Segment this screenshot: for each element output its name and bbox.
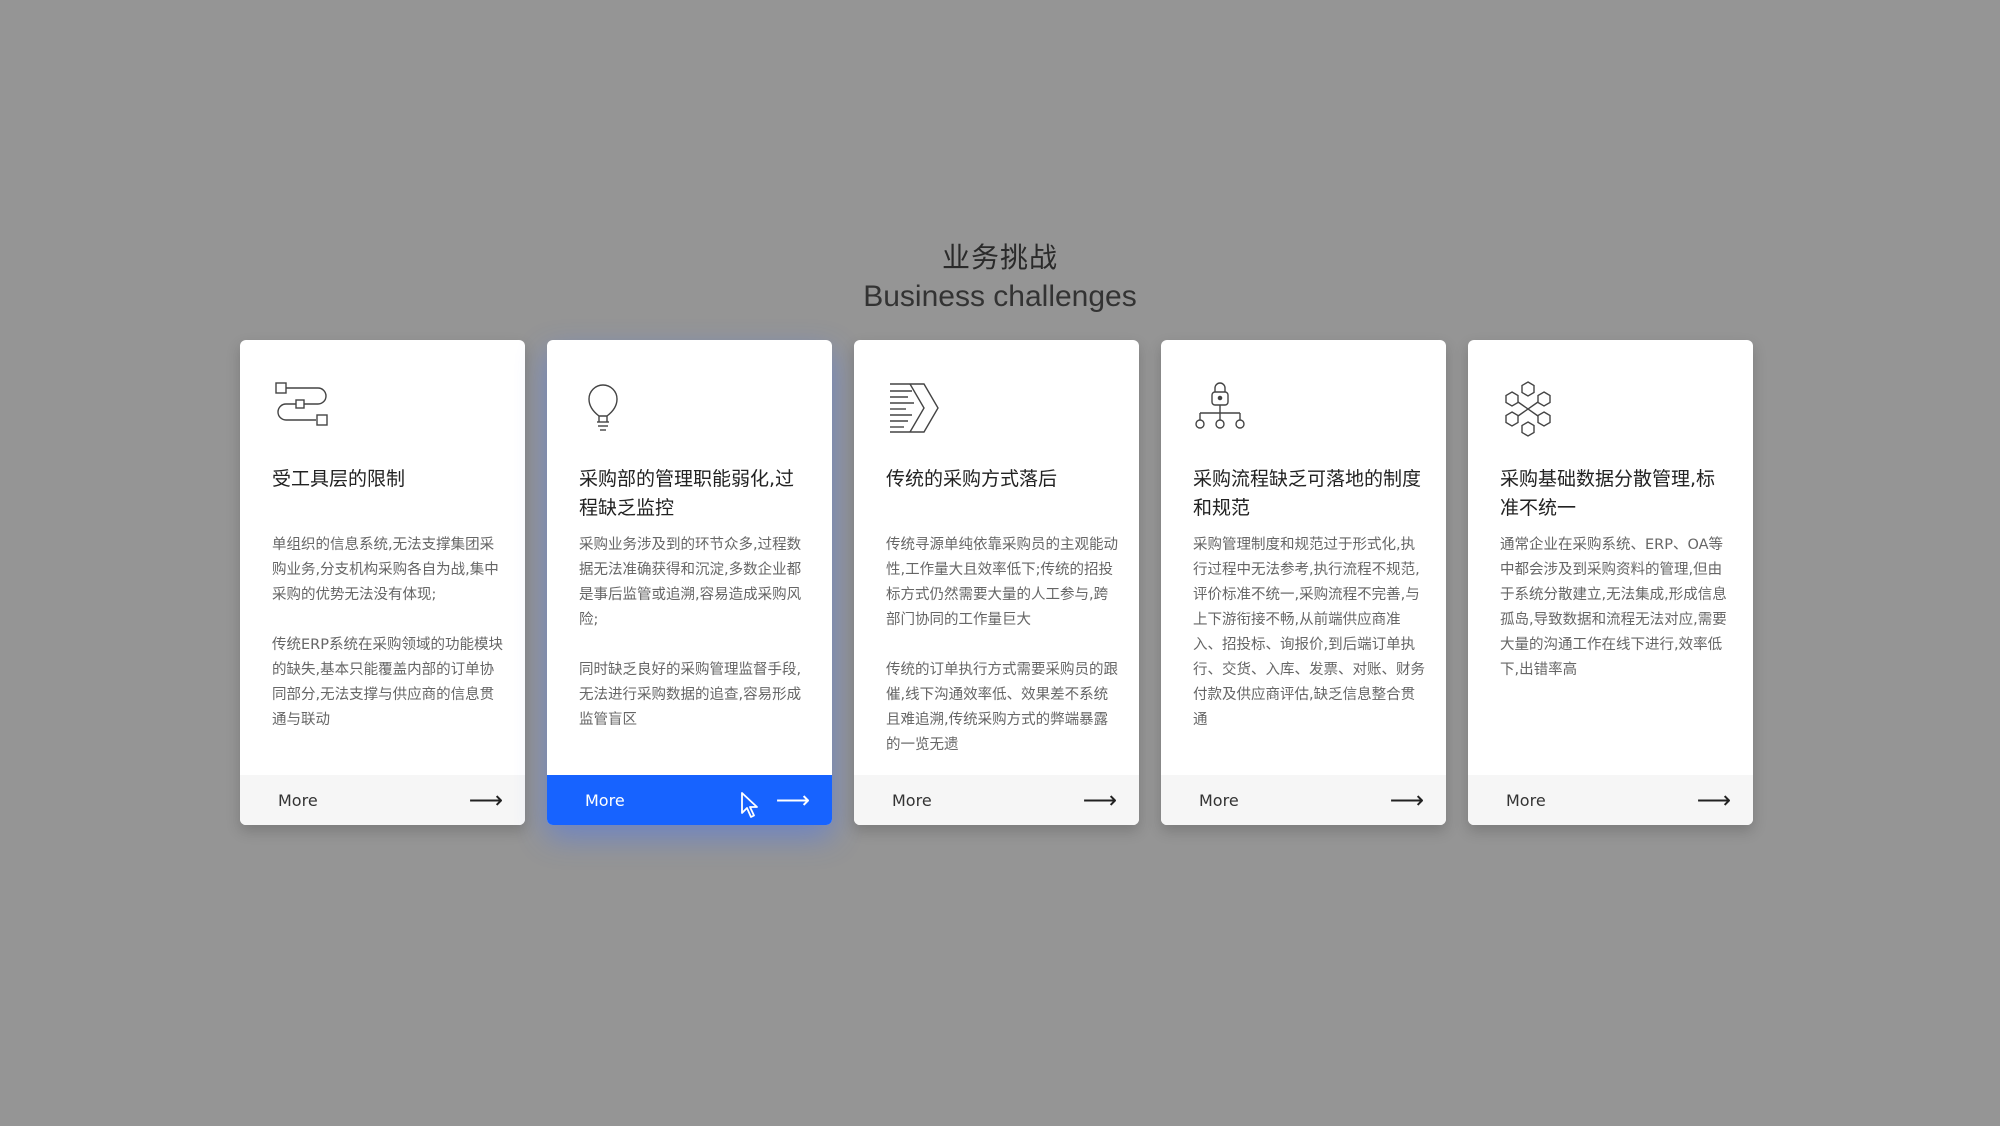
card-paragraph: 同时缺乏良好的采购管理监督手段,无法进行采购数据的追查,容易形成监管盲区: [579, 662, 802, 728]
card-paragraph: 传统ERP系统在采购领域的功能模块的缺失,基本只能覆盖内部的订单协同部分,无法支…: [272, 637, 503, 728]
card-title: 采购部的管理职能弱化,过程缺乏监控: [579, 468, 795, 519]
card-description: 采购业务涉及到的环节众多,过程数据无法准确获得和沉淀,多数企业都是事后监管或追溯…: [579, 533, 811, 758]
arrow-right-icon: ⟶: [1389, 786, 1424, 814]
card-paragraph: 传统寻源单纯依靠采购员的主观能动性,工作量大且效率低下;传统的招投标方式仍然需要…: [886, 537, 1118, 628]
challenge-cards: 受工具层的限制 单组织的信息系统,无法支撑集团采购业务,分支机构采购各自为战,集…: [240, 340, 1753, 825]
challenge-card-1: 受工具层的限制 单组织的信息系统,无法支撑集团采购业务,分支机构采购各自为战,集…: [240, 340, 525, 825]
lock-hierarchy-icon: [1193, 380, 1251, 438]
card-description: 通常企业在采购系统、ERP、OA等中都会涉及到采购资料的管理,但由于系统分散建立…: [1500, 533, 1732, 708]
card-paragraph: 采购管理制度和规范过于形式化,执行过程中无法参考,执行流程不规范,评价标准不统一…: [1193, 537, 1425, 728]
card-title: 传统的采购方式落后: [886, 468, 1058, 490]
hexagon-network-icon: [1500, 380, 1558, 438]
card-title: 受工具层的限制: [272, 468, 406, 490]
arrow-right-icon: ⟶: [1082, 786, 1117, 814]
card-description: 传统寻源单纯依靠采购员的主观能动性,工作量大且效率低下;传统的招投标方式仍然需要…: [886, 533, 1118, 783]
card-description: 单组织的信息系统,无法支撑集团采购业务,分支机构采购各自为战,集中采购的优势无法…: [272, 533, 504, 758]
card-paragraph: 采购业务涉及到的环节众多,过程数据无法准确获得和沉淀,多数企业都是事后监管或追溯…: [579, 537, 802, 628]
more-link-3[interactable]: More ⟶: [854, 775, 1139, 825]
more-link-2[interactable]: More ⟶: [547, 775, 832, 825]
arrow-right-icon: ⟶: [775, 786, 810, 814]
card-title: 采购流程缺乏可落地的制度和规范: [1193, 468, 1422, 519]
card-paragraph: 传统的订单执行方式需要采购员的跟催,线下沟通效率低、效果差不系统且难追溯,传统采…: [886, 662, 1118, 753]
flow-boxes-icon: [272, 380, 330, 438]
challenge-card-4: 采购流程缺乏可落地的制度和规范 采购管理制度和规范过于形式化,执行过程中无法参考…: [1161, 340, 1446, 825]
more-label: More: [892, 790, 932, 810]
more-link-1[interactable]: More ⟶: [240, 775, 525, 825]
arrow-right-icon: ⟶: [1696, 786, 1731, 814]
more-link-4[interactable]: More ⟶: [1161, 775, 1446, 825]
more-label: More: [585, 790, 625, 810]
more-link-5[interactable]: More ⟶: [1468, 775, 1753, 825]
card-title: 采购基础数据分散管理,标准不统一: [1500, 468, 1716, 519]
challenge-card-2: 采购部的管理职能弱化,过程缺乏监控 采购业务涉及到的环节众多,过程数据无法准确获…: [547, 340, 832, 825]
more-label: More: [278, 790, 318, 810]
heading-zh: 业务挑战: [941, 241, 1058, 274]
forward-arrow-icon: [886, 380, 944, 438]
heading-en: Business challenges: [863, 280, 1137, 313]
lightbulb-icon: [579, 380, 637, 438]
arrow-right-icon: ⟶: [468, 786, 503, 814]
more-label: More: [1506, 790, 1546, 810]
mouse-pointer-icon: [740, 792, 758, 818]
challenge-card-3: 传统的采购方式落后 传统寻源单纯依靠采购员的主观能动性,工作量大且效率低下;传统…: [854, 340, 1139, 825]
card-paragraph: 通常企业在采购系统、ERP、OA等中都会涉及到采购资料的管理,但由于系统分散建立…: [1500, 537, 1727, 678]
challenge-card-5: 采购基础数据分散管理,标准不统一 通常企业在采购系统、ERP、OA等中都会涉及到…: [1468, 340, 1753, 825]
section-heading: 业务挑战 Business challenges: [0, 238, 2000, 316]
more-label: More: [1199, 790, 1239, 810]
card-paragraph: 单组织的信息系统,无法支撑集团采购业务,分支机构采购各自为战,集中采购的优势无法…: [272, 537, 499, 603]
card-description: 采购管理制度和规范过于形式化,执行过程中无法参考,执行流程不规范,评价标准不统一…: [1193, 533, 1425, 758]
